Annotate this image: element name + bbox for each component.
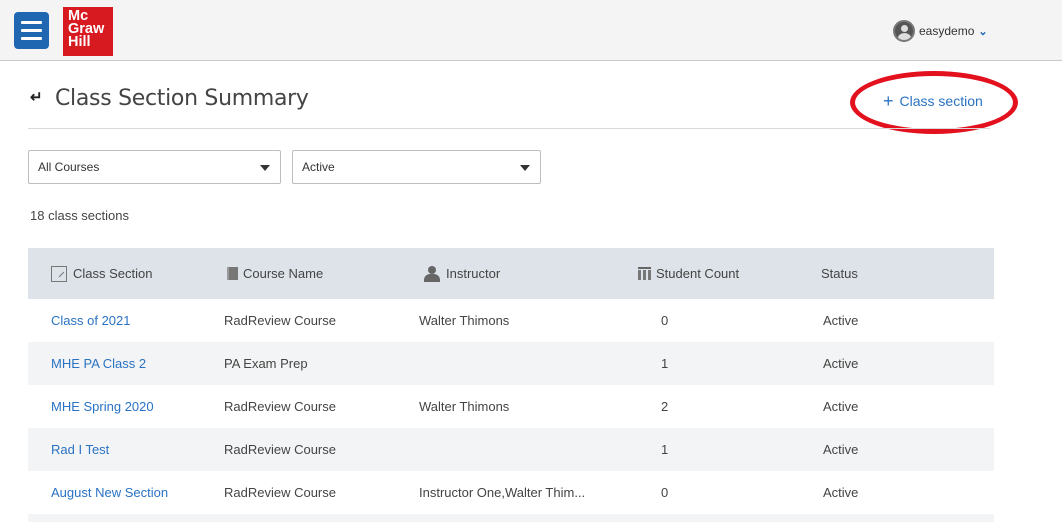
instructor-name: Walter Thimons bbox=[419, 313, 510, 328]
user-menu[interactable]: easydemo ⌄ bbox=[893, 20, 988, 42]
book-icon bbox=[227, 267, 238, 280]
course-name: RadReview Course bbox=[224, 442, 336, 457]
table-row: Class of 2021 RadReview Course Walter Th… bbox=[28, 299, 994, 342]
dropdown-caret-icon bbox=[260, 165, 270, 171]
status-filter-value: Active bbox=[302, 160, 335, 174]
instructor-name: Instructor One,Walter Thim... bbox=[419, 485, 586, 500]
course-filter-value: All Courses bbox=[38, 160, 100, 174]
column-header-status[interactable]: Status bbox=[798, 266, 978, 281]
section-link[interactable]: August New Section bbox=[51, 485, 168, 500]
status-text: Active bbox=[823, 356, 859, 371]
status-text: Active bbox=[823, 313, 859, 328]
section-link[interactable]: MHE Spring 2020 bbox=[51, 399, 154, 414]
course-filter-select[interactable]: All Courses bbox=[28, 150, 281, 184]
section-link[interactable]: MHE PA Class 2 bbox=[51, 356, 146, 371]
student-count: 0 bbox=[661, 485, 669, 500]
page-title: Class Section Summary bbox=[55, 86, 309, 111]
table-row-partial bbox=[28, 514, 994, 522]
table-row: August New Section RadReview Course Inst… bbox=[28, 471, 994, 514]
highlight-circle bbox=[850, 71, 1018, 134]
title-divider bbox=[28, 128, 990, 129]
student-count: 1 bbox=[661, 442, 669, 457]
grid-icon bbox=[638, 267, 651, 280]
table-row: MHE Spring 2020 RadReview Course Walter … bbox=[28, 385, 994, 428]
column-header-course-name[interactable]: Course Name bbox=[200, 266, 396, 281]
menu-icon[interactable] bbox=[14, 12, 49, 49]
dropdown-caret-icon bbox=[520, 165, 530, 171]
edit-square-icon bbox=[51, 265, 67, 282]
class-section-table: Class Section Course Name Instructor Stu… bbox=[28, 248, 994, 522]
status-text: Active bbox=[823, 485, 859, 500]
column-label: Class Section bbox=[73, 266, 153, 281]
course-name: PA Exam Prep bbox=[224, 356, 308, 371]
column-header-student-count[interactable]: Student Count bbox=[591, 266, 798, 281]
avatar-icon bbox=[893, 20, 915, 42]
section-link[interactable]: Class of 2021 bbox=[51, 313, 131, 328]
status-text: Active bbox=[823, 442, 859, 457]
table-row: MHE PA Class 2 PA Exam Prep 1 Active bbox=[28, 342, 994, 385]
student-count: 2 bbox=[661, 399, 669, 414]
student-count: 0 bbox=[661, 313, 669, 328]
section-link[interactable]: Rad I Test bbox=[51, 442, 109, 457]
column-label: Course Name bbox=[243, 266, 324, 281]
username: easydemo bbox=[919, 24, 975, 38]
instructor-name: Walter Thimons bbox=[419, 399, 510, 414]
course-name: RadReview Course bbox=[224, 399, 336, 414]
mcgraw-hill-logo: Mc Graw Hill bbox=[63, 7, 113, 56]
table-header: Class Section Course Name Instructor Stu… bbox=[28, 248, 994, 299]
logo-line-3: Hill bbox=[68, 34, 91, 50]
column-label: Instructor bbox=[446, 266, 501, 281]
column-header-instructor[interactable]: Instructor bbox=[396, 265, 591, 282]
back-arrow-icon[interactable]: ↵ bbox=[30, 88, 43, 106]
column-label: Status bbox=[821, 266, 858, 281]
person-icon bbox=[423, 265, 441, 282]
status-filter-select[interactable]: Active bbox=[292, 150, 541, 184]
section-count: 18 class sections bbox=[30, 208, 129, 223]
column-header-class-section[interactable]: Class Section bbox=[28, 265, 200, 282]
chevron-down-icon: ⌄ bbox=[978, 25, 988, 38]
course-name: RadReview Course bbox=[224, 485, 336, 500]
course-name: RadReview Course bbox=[224, 313, 336, 328]
top-bar: Mc Graw Hill easydemo ⌄ bbox=[0, 0, 1062, 61]
status-text: Active bbox=[823, 399, 859, 414]
column-label: Student Count bbox=[656, 266, 740, 281]
table-row: Rad I Test RadReview Course 1 Active bbox=[28, 428, 994, 471]
student-count: 1 bbox=[661, 356, 669, 371]
